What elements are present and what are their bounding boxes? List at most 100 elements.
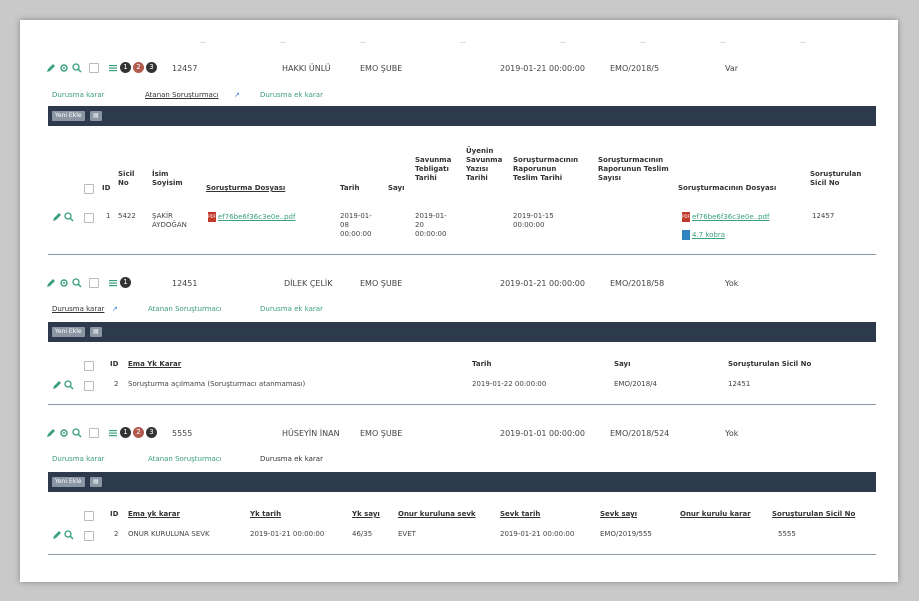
date: 2019-01-21 00:00:00	[500, 279, 585, 288]
link-atanan-sorusturmaci[interactable]: Atanan Soruşturmacı	[145, 91, 219, 99]
list-icon[interactable]	[108, 428, 118, 438]
link-durusma-ek-karar[interactable]: Durusma ek karar	[260, 455, 323, 463]
search-icon[interactable]	[64, 212, 74, 222]
group-row-3[interactable]: 1 2 3 5555 HÜSEYİN İNAN EMO ŞUBE 2019-01…	[20, 425, 898, 443]
col-header: Üyenin Savunma Yazısı Tarihi	[466, 147, 503, 182]
col-header: ID	[102, 184, 111, 192]
group-row-1[interactable]: 1 2 3 12457 HAKKI ÜNLÜ EMO ŞUBE 2019-01-…	[20, 60, 898, 78]
cut-header-8: ...	[800, 38, 806, 45]
sicil-no: 12451	[172, 279, 198, 288]
row-checkbox[interactable]	[89, 278, 99, 288]
col-header: Soruşturulan Sicil No	[810, 170, 862, 187]
cell-name: ŞAKİR AYDOĞAN	[152, 212, 187, 229]
pencil-icon[interactable]	[46, 278, 56, 288]
cut-header-1: ...	[200, 38, 206, 45]
file-link[interactable]: 4.7 kobra	[692, 231, 725, 239]
status: Yok	[725, 429, 739, 438]
col-header[interactable]: Soruşturulan Sicil No	[772, 510, 855, 519]
reference: EMO/2018/5	[610, 64, 660, 73]
cell-id: 2	[114, 380, 119, 388]
col-header: Soruşturulan Sicil No	[728, 360, 812, 368]
pencil-icon[interactable]	[52, 212, 62, 222]
select-all-checkbox[interactable]	[84, 511, 94, 521]
badge-group: 1	[108, 277, 131, 288]
search-icon[interactable]	[64, 530, 74, 540]
col-header[interactable]: Yk sayı	[352, 510, 380, 519]
link-durusma-karar[interactable]: Durusma karar	[52, 305, 104, 313]
select-all-checkbox[interactable]	[84, 361, 94, 371]
link-durusma-karar[interactable]: Durusma karar	[52, 455, 104, 463]
search-icon[interactable]	[72, 428, 82, 438]
count-badge[interactable]: 2	[133, 62, 144, 73]
row-tools	[46, 428, 99, 438]
new-button[interactable]: Yeni Ekle	[52, 111, 85, 121]
cell-sicil: 5555	[778, 530, 796, 538]
select-all-checkbox[interactable]	[84, 184, 94, 194]
col-header: İsim Soyisim	[152, 170, 183, 187]
eye-icon[interactable]	[59, 278, 69, 288]
col-header[interactable]: Sevk sayı	[600, 510, 637, 519]
status: Var	[725, 64, 739, 73]
sicil-no: 5555	[172, 429, 193, 438]
link-durusma-karar[interactable]: Durusma karar	[52, 91, 104, 99]
col-header[interactable]: Soruşturma Dosyası	[206, 184, 285, 193]
new-button[interactable]: Yeni Ekle	[52, 477, 85, 487]
group-row-2[interactable]: 1 12451 DİLEK ÇELİK EMO ŞUBE 2019-01-21 …	[20, 275, 898, 293]
file-link[interactable]: ef76be6f36c3e0e..pdf	[692, 213, 769, 221]
search-icon[interactable]	[72, 278, 82, 288]
link-atanan-sorusturmaci[interactable]: Atanan Soruşturmacı	[148, 305, 222, 313]
reference: EMO/2018/524	[610, 429, 670, 438]
link-durusma-ek-karar[interactable]: Durusma ek karar	[260, 305, 323, 313]
cell-id: 2	[114, 530, 119, 538]
count-badge[interactable]: 1	[120, 427, 131, 438]
cut-header-3: ...	[360, 38, 366, 45]
row-checkbox[interactable]	[89, 428, 99, 438]
subtable-2: ID Ema Yk Karar Tarih Sayı Soruşturulan …	[48, 360, 876, 400]
member-name: HÜSEYİN İNAN	[282, 429, 340, 438]
pencil-icon[interactable]	[46, 428, 56, 438]
col-header: ID	[110, 360, 119, 368]
row-checkbox[interactable]	[84, 381, 94, 391]
toolbar-bar: Yeni Ekle ▤	[48, 106, 876, 126]
pencil-icon[interactable]	[52, 530, 62, 540]
pencil-icon[interactable]	[46, 63, 56, 73]
row-checkbox[interactable]	[84, 213, 94, 223]
col-header[interactable]: Yk tarih	[250, 510, 281, 519]
table-row[interactable]: 1 5422 ŞAKİR AYDOĞAN PDF ef76be6f36c3e0e.…	[48, 212, 876, 252]
cell-karar: ONUR KURULUNA SEVK	[128, 530, 210, 538]
grid-icon[interactable]: ▤	[90, 111, 102, 121]
col-header[interactable]: Ema Yk Karar	[128, 360, 181, 369]
table-row[interactable]: 2 Soruşturma açılmama (Soruşturmacı atan…	[48, 380, 876, 394]
cell-sicil: 12451	[728, 380, 751, 388]
list-icon[interactable]	[108, 278, 118, 288]
col-header[interactable]: Sevk tarih	[500, 510, 540, 519]
count-badge[interactable]: 3	[146, 62, 157, 73]
row-checkbox[interactable]	[84, 531, 94, 541]
link-durusma-ek-karar[interactable]: Durusma ek karar	[260, 91, 323, 99]
cell-dosya-2: 4.7 kobra	[682, 230, 725, 240]
search-icon[interactable]	[64, 380, 74, 390]
table-row[interactable]: 2 ONUR KURULUNA SEVK 2019-01-21 00:00:00…	[48, 530, 876, 544]
row-checkbox[interactable]	[89, 63, 99, 73]
eye-icon[interactable]	[59, 63, 69, 73]
col-header[interactable]: Onur kurulu karar	[680, 510, 751, 519]
list-icon[interactable]	[108, 63, 118, 73]
count-badge[interactable]: 1	[120, 62, 131, 73]
link-atanan-sorusturmaci[interactable]: Atanan Soruşturmacı	[148, 455, 222, 463]
count-badge[interactable]: 3	[146, 427, 157, 438]
external-link-icon[interactable]: ↗	[234, 91, 240, 99]
pencil-icon[interactable]	[52, 380, 62, 390]
new-button[interactable]: Yeni Ekle	[52, 327, 85, 337]
count-badge[interactable]: 1	[120, 277, 131, 288]
col-header: Soruşturmacının Raporunun Teslim Tarihi	[513, 156, 579, 182]
grid-icon[interactable]: ▤	[90, 477, 102, 487]
reference: EMO/2018/58	[610, 279, 665, 288]
file-link[interactable]: ef76be6f36c3e0e..pdf	[218, 213, 295, 221]
count-badge[interactable]: 2	[133, 427, 144, 438]
eye-icon[interactable]	[59, 428, 69, 438]
external-link-icon[interactable]: ↗	[112, 305, 118, 313]
search-icon[interactable]	[72, 63, 82, 73]
grid-icon[interactable]: ▤	[90, 327, 102, 337]
col-header[interactable]: Ema yk karar	[128, 510, 180, 519]
col-header[interactable]: Onur kuruluna sevk	[398, 510, 476, 519]
